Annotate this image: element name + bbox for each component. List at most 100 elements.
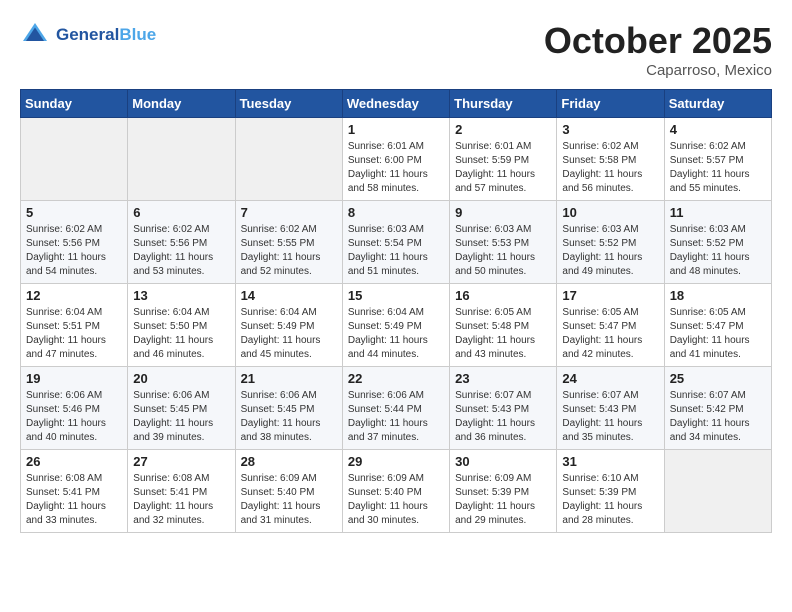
calendar-cell: 21Sunrise: 6:06 AM Sunset: 5:45 PM Dayli…: [235, 367, 342, 450]
day-info: Sunrise: 6:06 AM Sunset: 5:45 PM Dayligh…: [133, 389, 229, 445]
day-info: Sunrise: 6:01 AM Sunset: 5:59 PM Dayligh…: [455, 140, 551, 196]
calendar-cell: 4 Sunrise: 6:02 AM Sunset: 5:57 PM Daylig…: [664, 118, 771, 201]
day-info: Sunrise: 6:02 AM Sunset: 5:55 PM Dayligh…: [241, 223, 337, 279]
day-info: Sunrise: 6:09 AM Sunset: 5:40 PM Dayligh…: [348, 472, 444, 528]
day-info: Sunrise: 6:08 AM Sunset: 5:41 PM Dayligh…: [133, 472, 229, 528]
calendar-week-row: 12Sunrise: 6:04 AM Sunset: 5:51 PM Dayli…: [21, 284, 772, 367]
day-number: 29: [348, 454, 444, 469]
day-info: Sunrise: 6:02 AM Sunset: 5:56 PM Dayligh…: [26, 223, 122, 279]
day-number: 19: [26, 371, 122, 386]
calendar-week-row: 19 Sunrise: 6:06 AM Sunset: 5:46 PM Dayli…: [21, 367, 772, 450]
calendar-cell: 24Sunrise: 6:07 AM Sunset: 5:43 PM Dayli…: [557, 367, 664, 450]
calendar-cell: 6Sunrise: 6:02 AM Sunset: 5:56 PM Daylig…: [128, 201, 235, 284]
day-number: 26: [26, 454, 122, 469]
day-info: Sunrise: 6:05 AM Sunset: 5:48 PM Dayligh…: [455, 306, 551, 362]
day-info: Sunrise: 6:01 AM Sunset: 6:00 PM Dayligh…: [348, 140, 444, 196]
day-info: Sunrise: 6:03 AM Sunset: 5:54 PM Dayligh…: [348, 223, 444, 279]
calendar-cell: 12Sunrise: 6:04 AM Sunset: 5:51 PM Dayli…: [21, 284, 128, 367]
calendar-cell: 23 Sunrise: 6:07 AM Sunset: 5:43 PM Dayli…: [450, 367, 557, 450]
calendar-cell: 2 Sunrise: 6:01 AM Sunset: 5:59 PM Daylig…: [450, 118, 557, 201]
calendar-cell: [128, 118, 235, 201]
calendar-cell: 5 Sunrise: 6:02 AM Sunset: 5:56 PM Daylig…: [21, 201, 128, 284]
day-info: Sunrise: 6:02 AM Sunset: 5:57 PM Dayligh…: [670, 140, 766, 196]
calendar-cell: 13 Sunrise: 6:04 AM Sunset: 5:50 PM Dayli…: [128, 284, 235, 367]
calendar-cell: [235, 118, 342, 201]
title-block: October 2025 Caparroso, Mexico: [544, 20, 772, 79]
calendar-cell: 25 Sunrise: 6:07 AM Sunset: 5:42 PM Dayli…: [664, 367, 771, 450]
day-info: Sunrise: 6:04 AM Sunset: 5:50 PM Dayligh…: [133, 306, 229, 362]
calendar-cell: [21, 118, 128, 201]
calendar-cell: 16 Sunrise: 6:05 AM Sunset: 5:48 PM Dayli…: [450, 284, 557, 367]
day-number: 22: [348, 371, 444, 386]
weekday-header: Thursday: [450, 90, 557, 118]
calendar-cell: 28Sunrise: 6:09 AM Sunset: 5:40 PM Dayli…: [235, 450, 342, 533]
day-number: 1: [348, 122, 444, 137]
weekday-header: Monday: [128, 90, 235, 118]
day-number: 25: [670, 371, 766, 386]
calendar-cell: 14 Sunrise: 6:04 AM Sunset: 5:49 PM Dayli…: [235, 284, 342, 367]
weekday-header: Wednesday: [342, 90, 449, 118]
month-title: October 2025: [544, 20, 772, 62]
day-number: 9: [455, 205, 551, 220]
day-number: 31: [562, 454, 658, 469]
day-number: 16: [455, 288, 551, 303]
calendar-cell: [664, 450, 771, 533]
day-number: 4: [670, 122, 766, 137]
day-number: 5: [26, 205, 122, 220]
calendar-cell: 10Sunrise: 6:03 AM Sunset: 5:52 PM Dayli…: [557, 201, 664, 284]
day-number: 13: [133, 288, 229, 303]
day-number: 2: [455, 122, 551, 137]
calendar-cell: 19 Sunrise: 6:06 AM Sunset: 5:46 PM Dayli…: [21, 367, 128, 450]
calendar-cell: 1 Sunrise: 6:01 AM Sunset: 6:00 PM Daylig…: [342, 118, 449, 201]
calendar-cell: 3 Sunrise: 6:02 AM Sunset: 5:58 PM Daylig…: [557, 118, 664, 201]
weekday-header: Sunday: [21, 90, 128, 118]
location: Caparroso, Mexico: [544, 62, 772, 79]
day-info: Sunrise: 6:06 AM Sunset: 5:46 PM Dayligh…: [26, 389, 122, 445]
day-info: Sunrise: 6:06 AM Sunset: 5:44 PM Dayligh…: [348, 389, 444, 445]
day-number: 30: [455, 454, 551, 469]
day-number: 14: [241, 288, 337, 303]
day-info: Sunrise: 6:02 AM Sunset: 5:58 PM Dayligh…: [562, 140, 658, 196]
calendar-week-row: 1 Sunrise: 6:01 AM Sunset: 6:00 PM Daylig…: [21, 118, 772, 201]
day-info: Sunrise: 6:05 AM Sunset: 5:47 PM Dayligh…: [670, 306, 766, 362]
calendar-cell: 20 Sunrise: 6:06 AM Sunset: 5:45 PM Dayli…: [128, 367, 235, 450]
day-number: 8: [348, 205, 444, 220]
weekday-header: Saturday: [664, 90, 771, 118]
day-info: Sunrise: 6:04 AM Sunset: 5:49 PM Dayligh…: [348, 306, 444, 362]
day-number: 18: [670, 288, 766, 303]
logo-text: GeneralBlue: [56, 25, 156, 45]
calendar-cell: 31 Sunrise: 6:10 AM Sunset: 5:39 PM Dayli…: [557, 450, 664, 533]
day-number: 24: [562, 371, 658, 386]
weekday-header: Tuesday: [235, 90, 342, 118]
calendar-cell: 8 Sunrise: 6:03 AM Sunset: 5:54 PM Daylig…: [342, 201, 449, 284]
day-info: Sunrise: 6:09 AM Sunset: 5:40 PM Dayligh…: [241, 472, 337, 528]
calendar-cell: 9Sunrise: 6:03 AM Sunset: 5:53 PM Daylig…: [450, 201, 557, 284]
page-header: GeneralBlue October 2025 Caparroso, Mexi…: [20, 20, 772, 79]
day-number: 15: [348, 288, 444, 303]
day-number: 12: [26, 288, 122, 303]
calendar-cell: 11Sunrise: 6:03 AM Sunset: 5:52 PM Dayli…: [664, 201, 771, 284]
day-number: 6: [133, 205, 229, 220]
day-number: 27: [133, 454, 229, 469]
calendar-header-row: SundayMondayTuesdayWednesdayThursdayFrid…: [21, 90, 772, 118]
day-info: Sunrise: 6:07 AM Sunset: 5:42 PM Dayligh…: [670, 389, 766, 445]
day-info: Sunrise: 6:08 AM Sunset: 5:41 PM Dayligh…: [26, 472, 122, 528]
day-number: 11: [670, 205, 766, 220]
calendar-cell: 15 Sunrise: 6:04 AM Sunset: 5:49 PM Dayli…: [342, 284, 449, 367]
day-number: 20: [133, 371, 229, 386]
calendar-cell: 26 Sunrise: 6:08 AM Sunset: 5:41 PM Dayli…: [21, 450, 128, 533]
calendar-cell: 27 Sunrise: 6:08 AM Sunset: 5:41 PM Dayli…: [128, 450, 235, 533]
day-number: 7: [241, 205, 337, 220]
day-info: Sunrise: 6:10 AM Sunset: 5:39 PM Dayligh…: [562, 472, 658, 528]
day-info: Sunrise: 6:04 AM Sunset: 5:49 PM Dayligh…: [241, 306, 337, 362]
calendar-cell: 29 Sunrise: 6:09 AM Sunset: 5:40 PM Dayli…: [342, 450, 449, 533]
day-info: Sunrise: 6:05 AM Sunset: 5:47 PM Dayligh…: [562, 306, 658, 362]
day-info: Sunrise: 6:03 AM Sunset: 5:52 PM Dayligh…: [562, 223, 658, 279]
calendar-cell: 18 Sunrise: 6:05 AM Sunset: 5:47 PM Dayli…: [664, 284, 771, 367]
day-number: 23: [455, 371, 551, 386]
day-number: 3: [562, 122, 658, 137]
calendar-cell: 30Sunrise: 6:09 AM Sunset: 5:39 PM Dayli…: [450, 450, 557, 533]
calendar-cell: 7 Sunrise: 6:02 AM Sunset: 5:55 PM Daylig…: [235, 201, 342, 284]
calendar-week-row: 26 Sunrise: 6:08 AM Sunset: 5:41 PM Dayli…: [21, 450, 772, 533]
day-info: Sunrise: 6:07 AM Sunset: 5:43 PM Dayligh…: [455, 389, 551, 445]
